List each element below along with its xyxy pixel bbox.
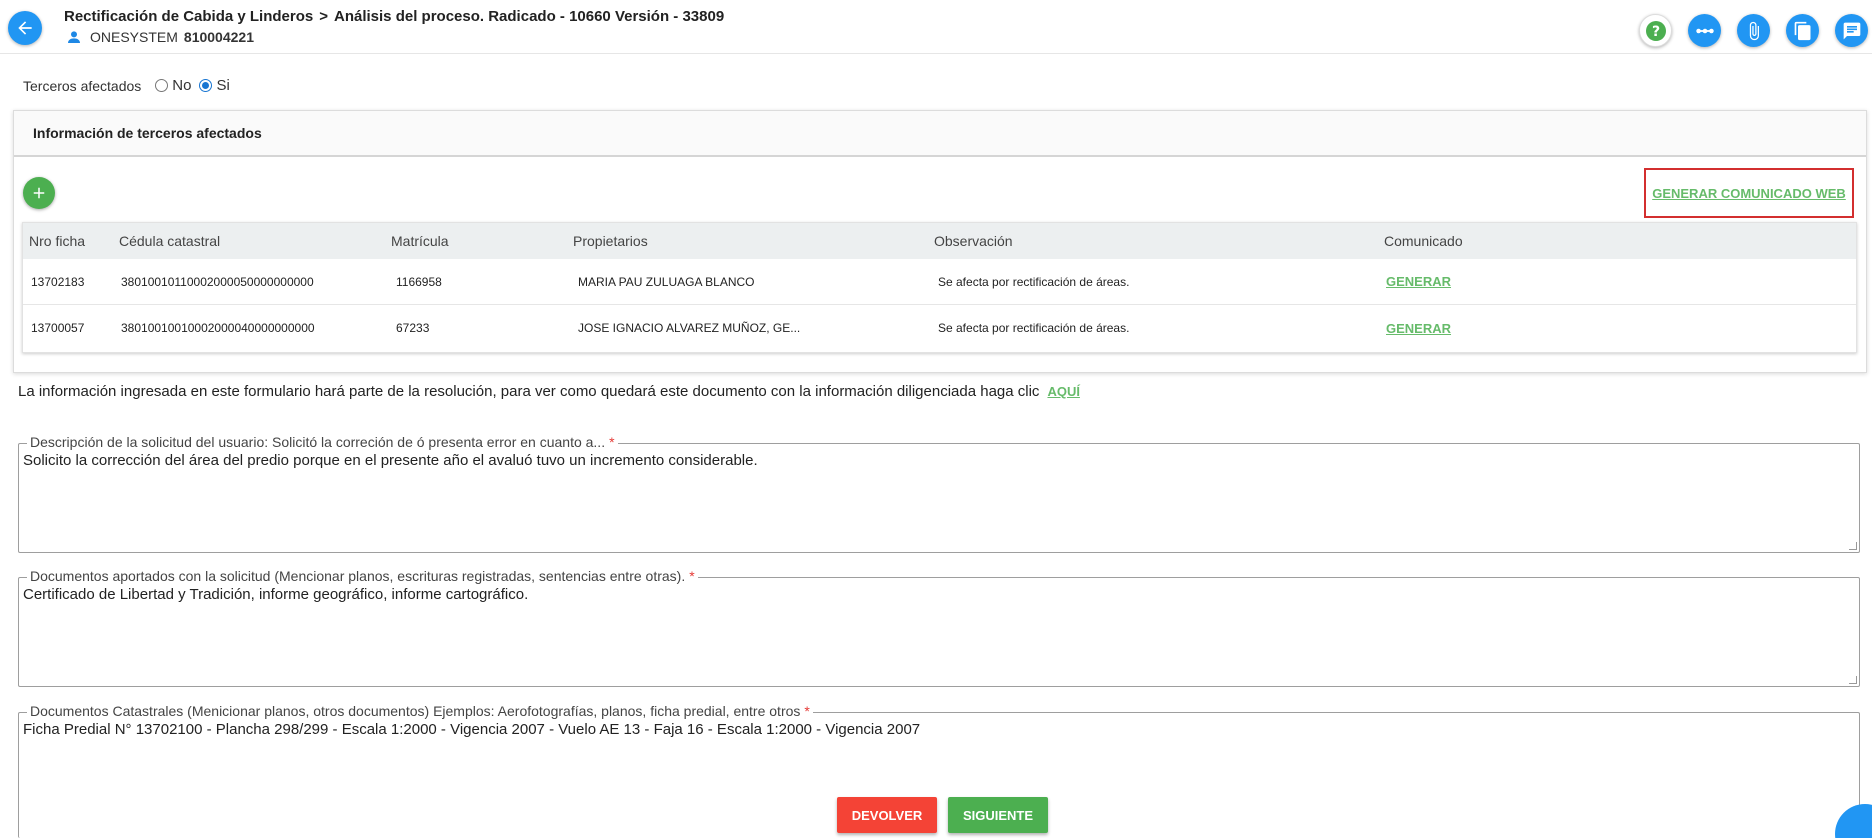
descripcion-label-text: Descripción de la solicitud del usuario:… xyxy=(30,434,606,450)
help-icon: ? xyxy=(1645,20,1666,41)
documentos-value[interactable]: Certificado de Libertad y Tradición, inf… xyxy=(23,586,528,603)
dots-icon xyxy=(1695,28,1714,33)
resize-handle[interactable] xyxy=(1849,676,1857,684)
radio-si-indicator[interactable] xyxy=(199,79,213,92)
cell-ficha: 13702183 xyxy=(31,274,85,289)
user-name: ONESYSTEM xyxy=(90,29,178,45)
generar-comunicado-link[interactable]: GENERAR xyxy=(1386,321,1451,336)
documentos-field[interactable]: Documentos aportados con la solicitud (M… xyxy=(18,568,1860,687)
aqui-link[interactable]: AQUÍ xyxy=(1047,384,1080,399)
generar-comunicado-web-link[interactable]: GENERAR COMUNICADO WEB xyxy=(1652,186,1846,201)
arrow-left-icon xyxy=(18,21,32,35)
cell-cedula: 38010010010002000040000000000 xyxy=(121,321,315,335)
cell-propietarios: MARIA PAU ZULUAGA BLANCO xyxy=(578,274,755,289)
help-button[interactable]: ? xyxy=(1639,14,1672,47)
attachment-icon xyxy=(1749,21,1759,40)
app-header: Rectificación de Cabida y Linderos > Análi… xyxy=(0,0,1872,54)
siguiente-button[interactable]: SIGUIENTE xyxy=(948,797,1048,833)
cell-observacion: Se afecta por rectificación de áreas. xyxy=(938,274,1130,289)
user-info: ONESYSTEM 810004221 xyxy=(66,29,254,45)
table-row[interactable]: 13700057 38010010010002000040000000000 6… xyxy=(23,305,1856,351)
info-message: La información ingresada en este formula… xyxy=(18,383,1080,400)
descripcion-label: Descripción de la solicitud del usuario:… xyxy=(27,434,618,450)
catastrales-field[interactable]: Documentos Catastrales (Menicionar plano… xyxy=(18,703,1860,838)
comments-icon xyxy=(1843,22,1860,39)
cell-ficha: 13700057 xyxy=(31,321,85,335)
plus-icon xyxy=(33,187,45,199)
cell-propietarios: JOSE IGNACIO ALVAREZ MUÑOZ, GE... xyxy=(578,321,801,335)
descripcion-field[interactable]: Descripción de la solicitud del usuario:… xyxy=(18,434,1860,553)
radio-no[interactable]: No xyxy=(155,77,191,94)
copy-icon xyxy=(1794,21,1810,40)
panel-title: Información de terceros afectados xyxy=(14,111,1866,157)
dots-button[interactable] xyxy=(1688,14,1721,47)
documentos-label: Documentos aportados con la solicitud (M… xyxy=(27,568,698,584)
radio-si-label: Si xyxy=(216,77,230,94)
attachment-button[interactable] xyxy=(1737,14,1770,47)
documentos-label-text: Documentos aportados con la solicitud (M… xyxy=(30,568,686,584)
required-mark: * xyxy=(609,434,615,450)
process-step: Análisis del proceso. Radicado - 10660 V… xyxy=(334,8,725,25)
col-matricula[interactable]: Matrícula xyxy=(391,233,449,249)
descripcion-value[interactable]: Solicito la corrección del área del pred… xyxy=(23,452,758,469)
generar-comunicado-web-highlight: GENERAR COMUNICADO WEB xyxy=(1644,168,1854,218)
required-mark: * xyxy=(804,703,810,719)
cell-matricula: 1166958 xyxy=(396,274,442,289)
radio-no-indicator[interactable] xyxy=(155,79,169,92)
col-nro-ficha[interactable]: Nro ficha xyxy=(29,233,85,249)
terceros-table: Nro ficha Cédula catastral Matrícula Pro… xyxy=(22,222,1857,353)
col-comunicado[interactable]: Comunicado xyxy=(1384,233,1463,249)
terceros-afectados: Terceros afectados No Si xyxy=(23,77,238,94)
radio-no-label: No xyxy=(172,77,192,94)
info-message-text: La información ingresada en este formula… xyxy=(18,383,1040,400)
catastrales-label-text: Documentos Catastrales (Menicionar plano… xyxy=(30,703,801,719)
cell-observacion: Se afecta por rectificación de áreas. xyxy=(938,321,1130,335)
chevron-right-icon: > xyxy=(319,8,328,25)
required-mark: * xyxy=(689,568,695,584)
svg-text:?: ? xyxy=(1651,24,1659,40)
col-observacion[interactable]: Observación xyxy=(934,233,1013,249)
generar-comunicado-link[interactable]: GENERAR xyxy=(1386,274,1451,289)
terceros-panel: Información de terceros afectados GENERA… xyxy=(13,110,1867,373)
copy-button[interactable] xyxy=(1786,14,1819,47)
terceros-label: Terceros afectados xyxy=(23,77,142,94)
add-tercero-button[interactable] xyxy=(23,177,55,209)
catastrales-value[interactable]: Ficha Predial N° 13702100 - Plancha 298/… xyxy=(23,721,920,738)
catastrales-label: Documentos Catastrales (Menicionar plano… xyxy=(27,703,813,719)
cell-matricula: 67233 xyxy=(396,321,430,335)
table-row[interactable]: 13702183 38010010110002000050000000000 1… xyxy=(23,259,1856,305)
radio-si[interactable]: Si xyxy=(199,77,230,94)
page-title: Rectificación de Cabida y Linderos > Análi… xyxy=(64,8,724,25)
col-cedula-catastral[interactable]: Cédula catastral xyxy=(119,233,220,249)
user-id: 810004221 xyxy=(183,29,254,45)
resize-handle[interactable] xyxy=(1849,542,1857,550)
devolver-button[interactable]: DEVOLVER xyxy=(837,797,937,833)
header-actions: ? xyxy=(1639,14,1868,47)
user-icon xyxy=(68,31,80,43)
back-button[interactable] xyxy=(8,11,42,45)
process-name: Rectificación de Cabida y Linderos xyxy=(64,8,314,25)
table-header: Nro ficha Cédula catastral Matrícula Pro… xyxy=(23,223,1856,259)
comments-button[interactable] xyxy=(1835,14,1868,47)
col-propietarios[interactable]: Propietarios xyxy=(573,233,648,249)
cell-cedula: 38010010110002000050000000000 xyxy=(121,274,314,289)
